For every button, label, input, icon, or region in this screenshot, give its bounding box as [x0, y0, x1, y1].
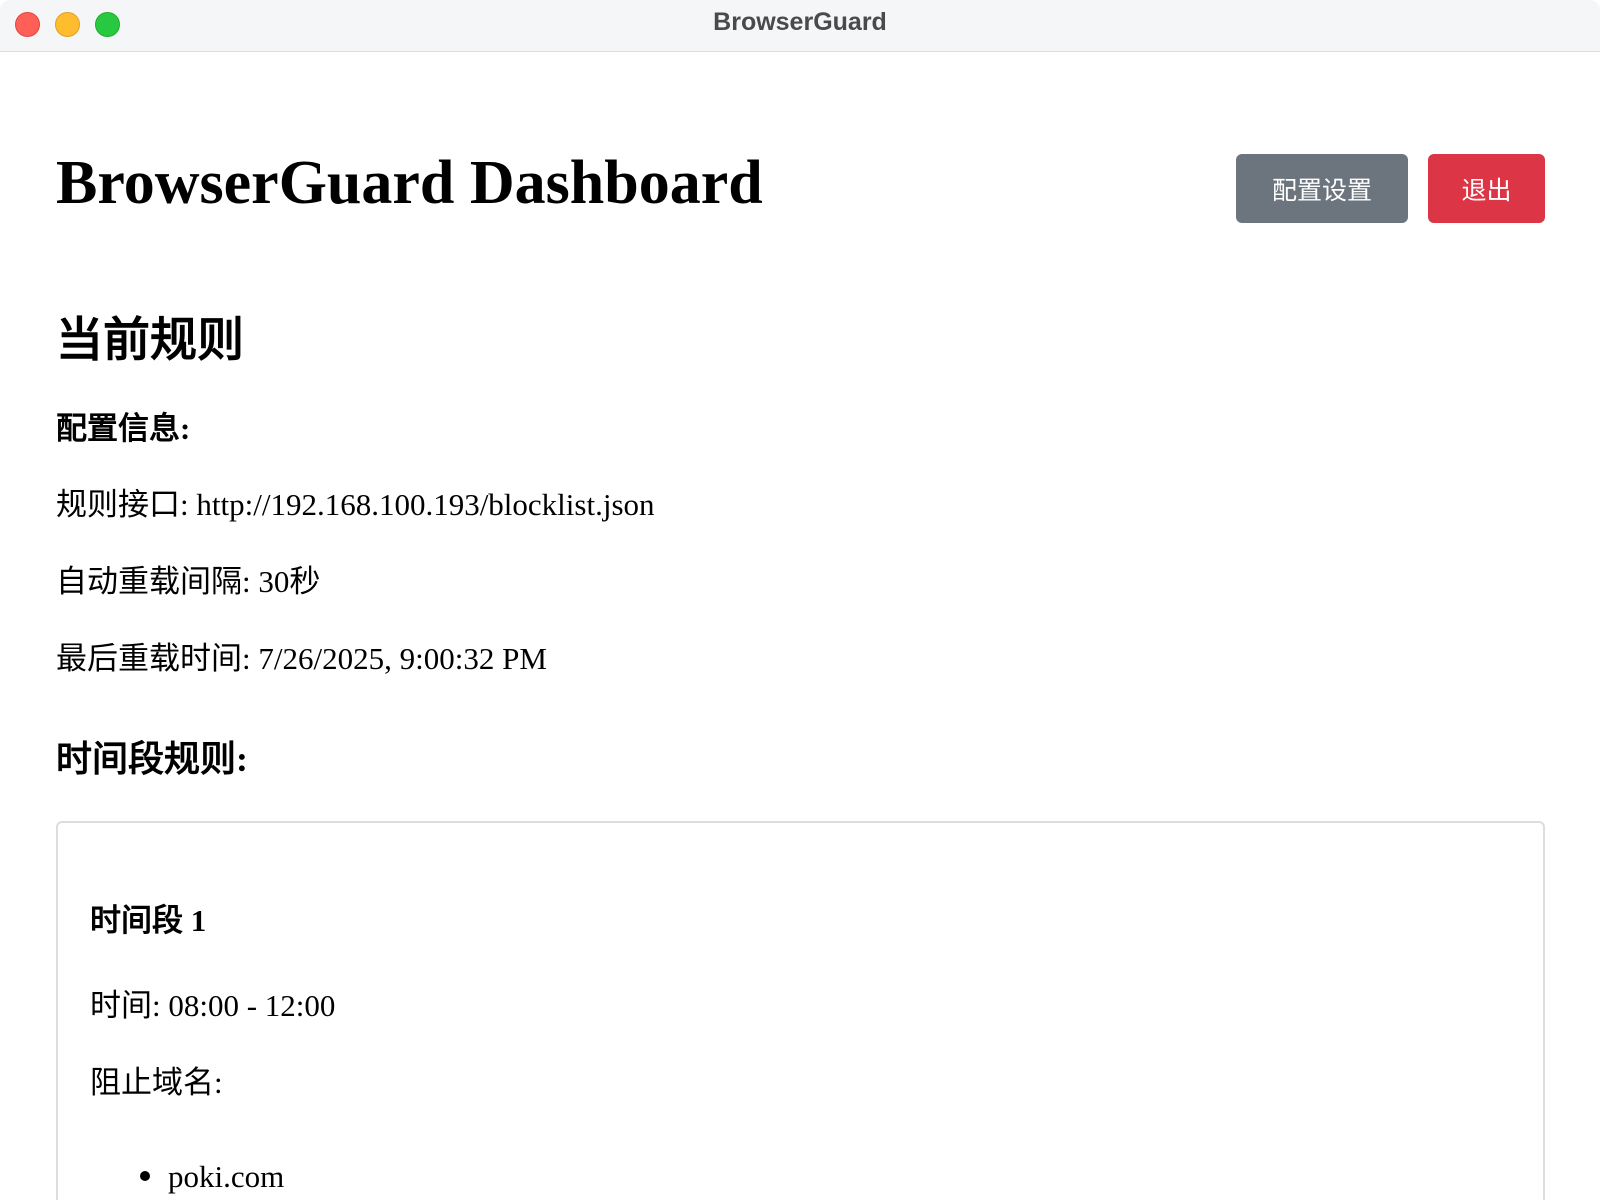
page-title: BrowserGuard Dashboard [56, 149, 763, 217]
api-endpoint-label: 规则接口: [56, 487, 189, 522]
last-reload-row: 最后重载时间: 7/26/2025, 9:00:32 PM [56, 640, 547, 677]
time-period-title: 时间段 1 [90, 903, 207, 938]
config-info-label: 配置信息: [56, 411, 191, 446]
app-window: BrowserGuard BrowserGuard Dashboard 配置设置… [0, 0, 1600, 1200]
domain-text: poki.com [168, 1159, 285, 1194]
list-item: poki.com [140, 1158, 291, 1194]
time-rules-heading: 时间段规则: [56, 739, 248, 779]
bullet-icon [140, 1171, 150, 1181]
api-endpoint-value: http://192.168.100.193/blocklist.json [196, 487, 655, 522]
time-range-value: 08:00 - 12:00 [168, 988, 336, 1023]
last-reload-label: 最后重载时间: [56, 641, 251, 676]
reload-interval-label: 自动重载间隔: [56, 564, 251, 599]
time-range-row: 时间: 08:00 - 12:00 [90, 987, 335, 1024]
window-title: BrowserGuard [713, 8, 887, 36]
logout-button[interactable]: 退出 [1428, 154, 1545, 223]
list-item: 4399.com [140, 1191, 291, 1200]
reload-interval-value: 30秒 [258, 564, 321, 599]
blocked-domains-label: 阻止域名: [90, 1065, 223, 1100]
title-bar: BrowserGuard [0, 0, 1600, 52]
dashboard-content: BrowserGuard Dashboard 配置设置 退出 当前规则 配置信息… [0, 52, 1600, 1200]
api-endpoint-row: 规则接口: http://192.168.100.193/blocklist.j… [56, 486, 655, 523]
config-settings-button[interactable]: 配置设置 [1236, 154, 1408, 223]
domain-text: 4399.com [168, 1192, 291, 1200]
last-reload-value: 7/26/2025, 9:00:32 PM [258, 641, 547, 676]
current-rules-heading: 当前规则 [56, 315, 244, 367]
time-range-label: 时间: [90, 988, 161, 1023]
reload-interval-row: 自动重载间隔: 30秒 [56, 563, 320, 600]
blocked-domain-list: poki.com 4399.com [140, 1158, 291, 1200]
time-period-card: 时间段 1 时间: 08:00 - 12:00 阻止域名: poki.com 4… [56, 821, 1545, 1200]
